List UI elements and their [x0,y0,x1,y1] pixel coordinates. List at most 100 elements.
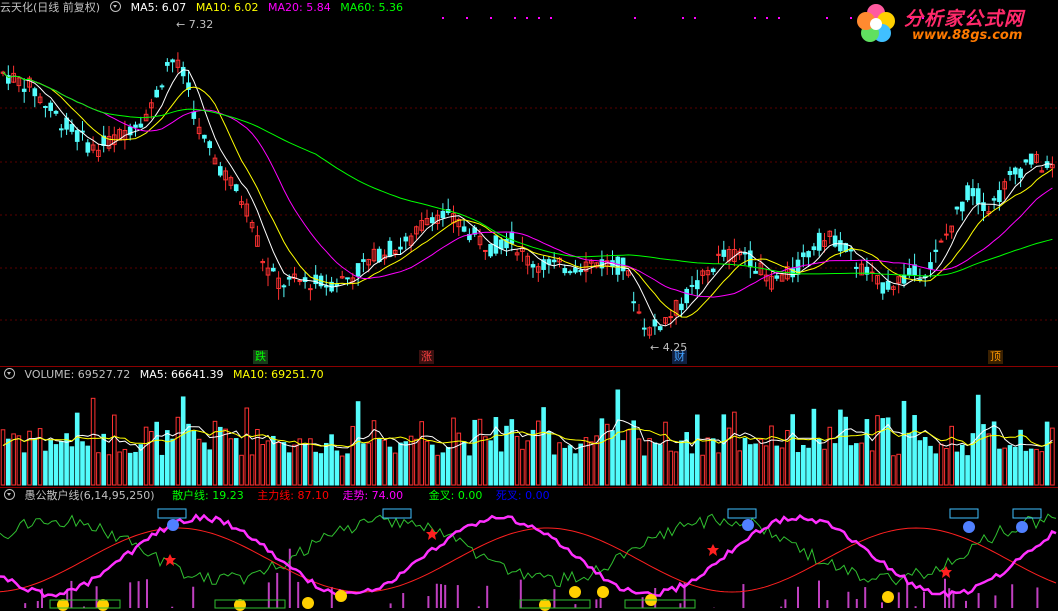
face-icon [302,597,314,609]
volume-bar [928,445,933,486]
volume-pane[interactable]: VOLUME: 69527.72 MA5: 66641.39 MA10: 692… [0,367,1058,487]
signal-dot [778,17,780,19]
candle [302,277,308,282]
face-icon [963,521,975,533]
histogram-bar [24,603,27,608]
histogram-bar [797,586,799,608]
histogram-bar [897,592,900,608]
volume-bar [737,450,743,486]
volume-bar [758,438,764,486]
volume-bar [509,419,515,486]
volume-bar [0,429,6,486]
signal-dot [526,17,528,19]
candle [679,303,684,311]
volume-bar [69,446,75,486]
volume-bar [520,448,525,486]
volume-bar [292,444,297,486]
volume-bar [43,450,48,486]
volume-bar [329,434,334,486]
volume-bar [891,455,896,486]
signal-dot [682,17,684,19]
dropdown-icon[interactable] [110,1,122,12]
volume-bar [647,438,652,486]
signal-dot [826,17,828,19]
candle [138,123,144,128]
candle [207,141,212,149]
candle [885,280,891,290]
histogram-bar [456,585,459,608]
histogram-bar [297,581,300,608]
candle [578,269,584,273]
candle [170,59,175,63]
volume-bar [933,453,939,486]
dropdown-icon[interactable] [4,489,15,500]
trend-line [0,513,1057,599]
volume-bar [854,443,859,486]
volume-bar [451,417,456,486]
volume-bar [223,428,228,486]
volume-bar [170,438,175,486]
candle [361,259,366,262]
volume-bar [843,416,849,486]
price-pane[interactable]: 云天化(日线 前复权) MA5: 6.07 MA10: 6.02 MA20: 5… [0,0,1058,366]
volume-bar [212,420,218,486]
price-chart[interactable] [0,0,1058,366]
histogram-bar [679,603,682,608]
volume-bar [414,438,419,486]
candle [854,266,859,269]
low-price-value: 4.25 [662,341,688,354]
candle [631,301,637,304]
candle [498,239,504,250]
volume-chart[interactable] [0,367,1058,487]
volume-bar [1007,445,1013,486]
candle [59,128,64,131]
volume-bar [599,418,605,486]
candle [684,288,690,304]
volume-bar [48,439,54,486]
candle [620,257,626,272]
volume-bar [546,431,552,486]
volume-bar [445,446,451,486]
volume-bar [355,401,361,486]
candle [377,248,382,262]
volume-bar [122,448,128,486]
volume-bar [832,443,838,486]
signal-marker-zhang: 涨 [419,350,434,364]
volume-bar [345,453,350,486]
volume-bar [626,429,631,486]
volume-bar [154,421,159,486]
volume-bar [281,442,287,486]
top-box [949,508,979,519]
volume-bar [716,452,721,486]
volume-bar [233,438,239,486]
volume-bar [32,438,38,486]
volume-bar [127,452,133,486]
histogram-bar [994,595,997,608]
candle [154,89,159,98]
volume-bar [705,437,711,486]
volume-bar [763,445,769,486]
ma10-line [2,71,1053,318]
dropdown-icon[interactable] [4,368,15,379]
candle [430,217,435,224]
volume-bar [689,453,695,486]
volume-bar [869,450,875,486]
indicator-chart[interactable] [0,488,1058,611]
volume-bar [297,438,303,486]
volume-bar [324,442,329,486]
candle [403,236,409,242]
histogram-bar [402,593,405,608]
indicator-legend: 愚公散户线(6,14,95,250) 散户线: 19.23 主力线: 87.10… [0,488,556,504]
volume-bar [530,429,536,486]
volume-bar [567,445,573,486]
candle [69,124,75,132]
volume-bar [816,438,822,486]
vol-ma10-label: MA10: 69251.70 [232,368,324,381]
signal-dot [538,17,540,19]
indicator-pane[interactable]: 愚公散户线(6,14,95,250) 散户线: 19.23 主力线: 87.10… [0,488,1058,611]
candle [1013,167,1018,175]
candle [32,88,38,97]
histogram-bar [574,604,577,608]
volume-bar [922,437,928,486]
histogram-bar [906,582,909,608]
